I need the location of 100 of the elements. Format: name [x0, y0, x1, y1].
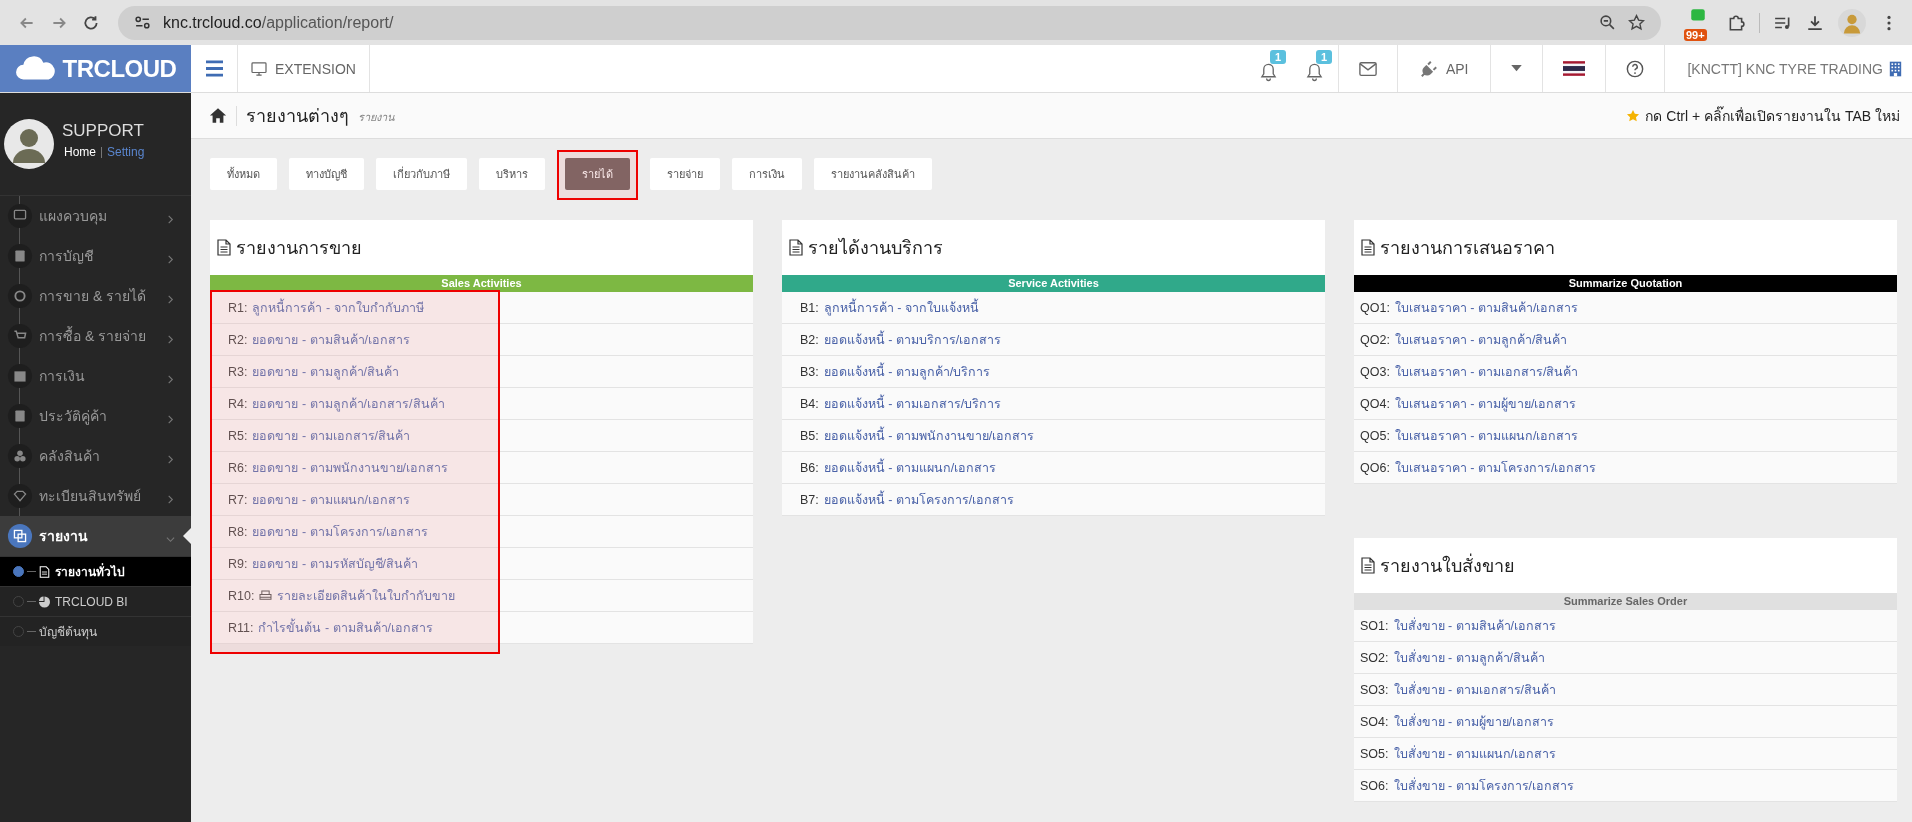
sidebar-item[interactable]: การขาย & รายได้	[0, 276, 191, 316]
sidebar-subitem[interactable]: TRCLOUD BI	[0, 586, 191, 616]
report-link[interactable]: ใบสั่งขาย - ตามเอกสาร/สินค้า	[1393, 679, 1557, 700]
report-link[interactable]: ใบสั่งขาย - ตามสินค้า/เอกสาร	[1393, 615, 1557, 636]
section-banner: Summarize Sales Order	[1354, 593, 1897, 610]
page-title: รายงานต่างๆ	[246, 105, 349, 128]
bookmark-star-icon[interactable]	[1628, 14, 1645, 31]
report-code: B7:	[800, 492, 819, 507]
menu-item-icon	[7, 323, 33, 349]
zoom-icon[interactable]	[1599, 14, 1616, 31]
report-code: QO3:	[1360, 364, 1390, 379]
report-link[interactable]: ใบเสนอราคา - ตามลูกค้า/สินค้า	[1394, 329, 1568, 350]
reload-icon[interactable]	[82, 13, 100, 32]
report-link[interactable]: ใบเสนอราคา - ตามเอกสาร/สินค้า	[1394, 361, 1579, 382]
report-code: B3:	[800, 364, 819, 379]
category-tab[interactable]: เกี่ยวกับภาษี	[376, 158, 467, 190]
panel-title: รายงานการเสนอราคา	[1380, 237, 1555, 260]
sidebar-subitem[interactable]: รายงานทั่วไป	[0, 556, 191, 586]
report-link[interactable]: ใบสั่งขาย - ตามผู้ขาย/เอกสาร	[1393, 711, 1555, 732]
mail-icon	[1358, 59, 1377, 78]
report-link[interactable]: ยอดแจ้งหนี้ - ตามเอกสาร/บริการ	[823, 393, 1002, 414]
document-icon	[39, 565, 50, 578]
menu-item-icon	[7, 403, 33, 429]
report-code: B2:	[800, 332, 819, 347]
plug-icon	[1419, 59, 1438, 78]
bell-icon[interactable]	[1306, 61, 1324, 82]
report-link[interactable]: ยอดขาย - ตามลูกค้า/สินค้า	[252, 361, 400, 382]
category-tab[interactable]: ทั้งหมด	[210, 158, 277, 190]
sidebar-item[interactable]: คลังสินค้า	[0, 436, 191, 476]
home-icon[interactable]	[209, 107, 227, 124]
report-link[interactable]: ใบสั่งขาย - ตามโครงการ/เอกสาร	[1393, 775, 1575, 796]
report-code: R9:	[228, 556, 248, 571]
report-link[interactable]: ยอดขาย - ตามสินค้า/เอกสาร	[252, 329, 411, 350]
logo[interactable]: TRCLOUD	[62, 54, 177, 83]
report-code: R7:	[228, 492, 248, 507]
cloud-icon	[14, 55, 57, 82]
report-link[interactable]: ยอดขาย - ตามโครงการ/เอกสาร	[252, 521, 429, 542]
sidebar-subitem[interactable]: บัญชีต้นทุน	[0, 616, 191, 646]
report-link[interactable]: ใบเสนอราคา - ตามแผนก/เอกสาร	[1394, 425, 1579, 446]
report-link[interactable]: รายละเอียดสินค้าในใบกำกับขาย	[277, 585, 456, 606]
report-link[interactable]: ยอดขาย - ตามแผนก/เอกสาร	[252, 489, 411, 510]
report-link[interactable]: ยอดขาย - ตามพนักงานขาย/เอกสาร	[252, 457, 449, 478]
report-code: SO2:	[1360, 650, 1389, 665]
puzzle-icon[interactable]	[1727, 13, 1745, 32]
download-icon[interactable]	[1806, 13, 1824, 32]
sidebar-item[interactable]: การเงิน	[0, 356, 191, 396]
sidebar-item[interactable]: แผงควบคุม	[0, 196, 191, 236]
section-banner: Service Activities	[782, 275, 1325, 292]
report-link[interactable]: ยอดขาย - ตามลูกค้า/เอกสาร/สินค้า	[252, 393, 445, 414]
sidebar-item[interactable]: การซื้อ & รายจ่าย	[0, 316, 191, 356]
report-link[interactable]: ยอดแจ้งหนี้ - ตามลูกค้า/บริการ	[823, 361, 991, 382]
report-link[interactable]: ยอดแจ้งหนี้ - ตามแผนก/เอกสาร	[823, 457, 997, 478]
category-tab[interactable]: การเงิน	[732, 158, 802, 190]
category-tab[interactable]: รายได้	[565, 158, 630, 190]
report-link[interactable]: ใบเสนอราคา - ตามสินค้า/เอกสาร	[1394, 297, 1579, 318]
category-tab[interactable]: รายงานคลังสินค้า	[814, 158, 932, 190]
site-settings-icon	[134, 14, 151, 31]
report-link[interactable]: ใบสั่งขาย - ตามแผนก/เอกสาร	[1393, 743, 1557, 764]
report-link[interactable]: ยอดขาย - ตามเอกสาร/สินค้า	[252, 425, 411, 446]
report-link[interactable]: ใบเสนอราคา - ตามผู้ขาย/เอกสาร	[1394, 393, 1577, 414]
report-link[interactable]: ยอดแจ้งหนี้ - ตามบริการ/เอกสาร	[823, 329, 1002, 350]
sidebar-item[interactable]: ทะเบียนสินทรัพย์	[0, 476, 191, 516]
sidebar-item[interactable]: รายงาน	[0, 516, 191, 556]
report-code: QO5:	[1360, 428, 1390, 443]
profile-link[interactable]: Setting	[107, 145, 145, 159]
category-tab[interactable]: บริหาร	[479, 158, 545, 190]
document-icon	[789, 239, 803, 256]
report-link[interactable]: ยอดแจ้งหนี้ - ตามโครงการ/เอกสาร	[823, 489, 1015, 510]
report-link[interactable]: ยอดขาย - ตามรหัสบัญชี/สินค้า	[252, 553, 419, 574]
report-link[interactable]: ยอดแจ้งหนี้ - ตามพนักงานขาย/เอกสาร	[823, 425, 1035, 446]
panel-title: รายงานใบสั่งขาย	[1380, 551, 1515, 580]
report-link[interactable]: กำไรขั้นต้น - ตามสินค้า/เอกสาร	[258, 617, 434, 638]
report-link[interactable]: ลูกหนี้การค้า - จากใบกำกับภาษี	[252, 297, 424, 318]
report-code: SO3:	[1360, 682, 1389, 697]
report-link[interactable]: ใบเสนอราคา - ตามโครงการ/เอกสาร	[1394, 457, 1597, 478]
report-code: R3:	[228, 364, 248, 379]
category-tab[interactable]: ทางบัญชี	[289, 158, 364, 190]
monitor-icon	[251, 61, 267, 76]
report-code: R2:	[228, 332, 248, 347]
timeline-dot	[13, 626, 24, 637]
address-bar[interactable]: knc.trcloud.co/application/report/	[118, 5, 1661, 40]
report-code: R8:	[228, 524, 248, 539]
hint-text: กด Ctrl + คลิ๊กเพื่อเปิดรายงานใน TAB ใหม่	[1645, 105, 1900, 126]
report-code: QO2:	[1360, 332, 1390, 347]
company-name[interactable]: [KNCTT] KNC TYRE TRADING	[1687, 60, 1883, 77]
profile-link[interactable]: Home	[64, 145, 96, 159]
category-tab[interactable]: รายจ่าย	[650, 158, 720, 190]
flag-icon	[1563, 61, 1586, 76]
sidebar-item[interactable]: ประวัติคู่ค้า	[0, 396, 191, 436]
report-link[interactable]: ลูกหนี้การค้า - จากใบแจ้งหนี้	[823, 297, 979, 318]
menu-item-icon	[7, 203, 33, 229]
report-link[interactable]: ใบสั่งขาย - ตามลูกค้า/สินค้า	[1393, 647, 1546, 668]
report-code: R10:	[228, 588, 255, 603]
notification-badge: 1	[1315, 50, 1333, 64]
document-icon	[1361, 557, 1375, 574]
menu-icon	[204, 60, 224, 77]
bell-icon[interactable]	[1260, 61, 1278, 82]
building-icon	[1889, 59, 1902, 78]
report-code: SO1:	[1360, 618, 1389, 633]
sidebar-item[interactable]: การบัญชี	[0, 236, 191, 276]
